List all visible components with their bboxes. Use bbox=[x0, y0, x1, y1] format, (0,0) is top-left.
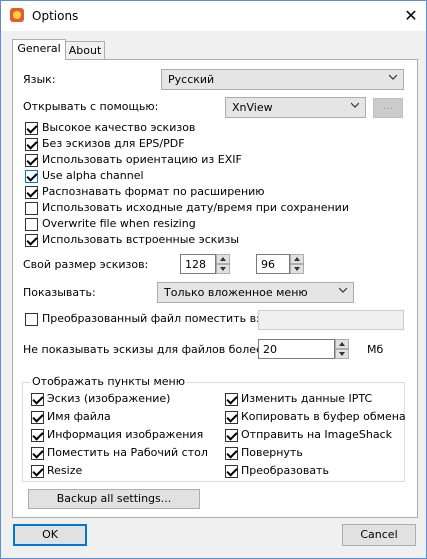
browse-button[interactable]: ... bbox=[373, 98, 403, 118]
thumb-size-label: Свой размер эскизов: bbox=[23, 258, 149, 271]
window-title: Options bbox=[32, 9, 79, 23]
checkbox-label: Overwrite file when resizing bbox=[42, 217, 196, 230]
max-size-unit: Мб bbox=[367, 343, 384, 356]
max-size-label: Не показывать эскизы для файлов более: bbox=[23, 343, 267, 356]
converted-label: Преобразованный файл поместить в: bbox=[42, 312, 260, 325]
spin-down-icon[interactable] bbox=[216, 264, 230, 274]
spin-up-icon[interactable] bbox=[216, 254, 230, 264]
max-size-value: 20 bbox=[263, 343, 277, 356]
checkbox[interactable] bbox=[25, 138, 38, 151]
checkbox[interactable] bbox=[25, 122, 38, 135]
checkbox-label: Распознавать формат по расширению bbox=[42, 185, 265, 198]
converted-path-input[interactable] bbox=[258, 310, 404, 330]
cancel-button-label: Cancel bbox=[360, 528, 398, 541]
checkbox-label: Изменить данные IPTC bbox=[241, 392, 373, 405]
thumb-width-input[interactable]: 128 bbox=[180, 254, 216, 274]
ok-button-label: OK bbox=[42, 528, 58, 541]
max-size-input[interactable]: 20 bbox=[258, 339, 335, 359]
show-label: Показывать: bbox=[23, 286, 96, 299]
tab-general[interactable]: General bbox=[12, 39, 66, 60]
chevron-down-icon bbox=[351, 102, 359, 108]
checkbox[interactable] bbox=[225, 429, 238, 442]
checkbox-label: Имя файла bbox=[47, 410, 111, 423]
thumb-height-spinner[interactable] bbox=[290, 254, 304, 274]
checkbox-label: Без эскизов для EPS/PDF bbox=[42, 137, 185, 150]
show-value: Только вложенное меню bbox=[164, 286, 308, 299]
checkbox[interactable] bbox=[225, 411, 238, 424]
checkbox[interactable] bbox=[31, 411, 44, 424]
checkbox-label: Поместить на Рабочий стол bbox=[47, 446, 208, 459]
thumb-height-value: 96 bbox=[261, 258, 275, 271]
checkbox[interactable] bbox=[225, 447, 238, 460]
converted-checkbox[interactable] bbox=[25, 313, 38, 326]
checkbox-label: Высокое качество эскизов bbox=[42, 121, 196, 134]
tab-about-label: About bbox=[68, 44, 102, 57]
thumb-height-input[interactable]: 96 bbox=[256, 254, 290, 274]
checkbox-label: Отправить на ImageShack bbox=[241, 428, 392, 441]
menu-items-group-title: Отображать пункты меню bbox=[30, 375, 187, 388]
checkbox[interactable] bbox=[25, 202, 38, 215]
checkbox-label: Копировать в буфер обмена bbox=[241, 410, 406, 423]
checkbox[interactable] bbox=[31, 447, 44, 460]
checkbox-label: Преобразовать bbox=[241, 464, 329, 477]
chevron-down-icon bbox=[339, 287, 347, 293]
checkbox[interactable] bbox=[25, 154, 38, 167]
ok-button[interactable]: OK bbox=[13, 524, 87, 546]
backup-settings-button[interactable]: Backup all settings... bbox=[28, 489, 200, 509]
title-bar[interactable]: Options ✕ bbox=[1, 1, 426, 31]
checkbox-label: Информация изображения bbox=[47, 428, 204, 441]
spin-up-icon[interactable] bbox=[290, 254, 304, 264]
checkbox-label: Повернуть bbox=[241, 446, 303, 459]
checkbox[interactable] bbox=[25, 186, 38, 199]
checkbox-label: Использовать встроенные эскизы bbox=[42, 233, 240, 246]
checkbox-label: Использовать ориентацию из EXIF bbox=[42, 153, 242, 166]
tab-general-label: General bbox=[17, 42, 61, 55]
checkbox-label: Use alpha channel bbox=[42, 169, 144, 182]
checkbox[interactable] bbox=[31, 465, 44, 478]
spin-down-icon[interactable] bbox=[290, 264, 304, 274]
checkbox[interactable] bbox=[225, 393, 238, 406]
cancel-button[interactable]: Cancel bbox=[342, 524, 416, 546]
checkbox[interactable] bbox=[25, 234, 38, 247]
open-with-select[interactable]: XnView bbox=[225, 97, 366, 118]
browse-button-label: ... bbox=[382, 99, 394, 112]
language-select[interactable]: Русский bbox=[161, 69, 404, 90]
thumb-width-spinner[interactable] bbox=[216, 254, 230, 274]
spin-down-icon[interactable] bbox=[335, 349, 349, 359]
thumb-width-value: 128 bbox=[185, 258, 206, 271]
app-icon bbox=[10, 8, 24, 22]
language-label: Язык: bbox=[23, 73, 56, 86]
show-select[interactable]: Только вложенное меню bbox=[157, 282, 354, 303]
checkbox[interactable] bbox=[25, 218, 38, 231]
checkbox-label: Использовать исходные дату/время при сох… bbox=[42, 201, 349, 214]
checkbox-label: Эскиз (изображение) bbox=[47, 392, 171, 405]
spin-up-icon[interactable] bbox=[335, 339, 349, 349]
checkbox-label: Resize bbox=[47, 464, 83, 477]
tab-about[interactable]: About bbox=[65, 41, 105, 60]
checkbox[interactable] bbox=[225, 465, 238, 478]
open-with-label: Открывать с помощью: bbox=[23, 100, 159, 113]
checkbox[interactable] bbox=[31, 393, 44, 406]
chevron-down-icon bbox=[389, 74, 397, 80]
backup-settings-label: Backup all settings... bbox=[56, 492, 172, 505]
language-value: Русский bbox=[168, 73, 215, 86]
open-with-value: XnView bbox=[232, 101, 273, 114]
checkbox[interactable] bbox=[31, 429, 44, 442]
close-icon[interactable]: ✕ bbox=[397, 4, 425, 28]
options-window: Options ✕ General About Язык: Русский От… bbox=[0, 0, 427, 559]
checkbox[interactable] bbox=[25, 170, 38, 183]
max-size-spinner[interactable] bbox=[335, 339, 349, 359]
